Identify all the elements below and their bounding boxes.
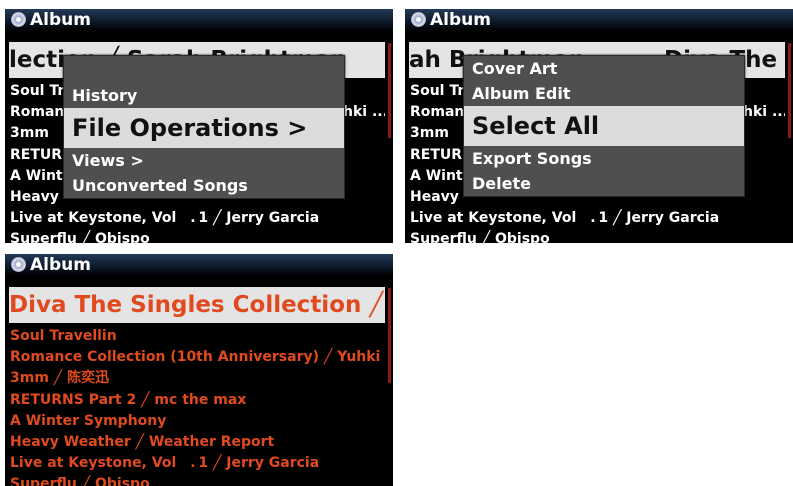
list-item[interactable]: Live at Keystone, Vol . 1 ╱ Jerry Garcia <box>410 208 785 229</box>
title-bar: Album <box>5 254 393 276</box>
menu-item-select-all[interactable]: Select All <box>464 106 744 146</box>
disc-icon <box>411 12 426 27</box>
list-item[interactable]: Superflu ╱ Obispo <box>10 474 385 486</box>
menu-item-file-operations[interactable]: File Operations > <box>64 108 344 148</box>
list-item[interactable]: Soul Travellin <box>10 326 385 347</box>
list-item[interactable]: Superflu ╱ Obispo <box>410 229 785 243</box>
menu-item-views[interactable]: Views > <box>64 148 344 173</box>
list-item[interactable]: Superflu ╱ Obispo <box>10 229 385 243</box>
list-item-tail: hki ... <box>743 104 785 121</box>
title: Album <box>30 255 91 275</box>
menu-item-cover-art[interactable]: Cover Art <box>464 56 744 81</box>
menu-item-delete[interactable]: Delete <box>464 171 744 196</box>
list-item-tail: hki ... <box>343 104 385 121</box>
title: Album <box>30 10 91 30</box>
context-menu: Cover Art Album Edit Select All Export S… <box>463 55 745 197</box>
scrollbar[interactable] <box>788 43 791 138</box>
list-item[interactable]: Heavy Weather ╱ Weather Report <box>10 432 385 453</box>
album-panel-top-right: Album ah Brightman Diva The Si Soul Tr R… <box>405 9 793 243</box>
list-item[interactable]: Live at Keystone, Vol . 1 ╱ Jerry Garcia <box>10 208 385 229</box>
menu-item-history[interactable]: History <box>64 83 344 108</box>
title-bar: Album <box>405 9 793 31</box>
list-item[interactable]: Romance Collection (10th Anniversary) ╱ … <box>10 347 385 368</box>
menu-item-unconverted-songs[interactable]: Unconverted Songs <box>64 173 344 198</box>
scrollbar[interactable] <box>388 43 391 138</box>
list-item[interactable]: 3mm ╱ 陈奕迅 <box>10 368 385 389</box>
album-panel-bottom: Album Diva The Singles Collection ╱ Sa S… <box>5 254 393 486</box>
selected-album-row[interactable]: Diva The Singles Collection ╱ Sa <box>9 287 385 323</box>
menu-item-export-songs[interactable]: Export Songs <box>464 146 744 171</box>
list-item-label: Roman <box>410 104 465 121</box>
title-bar: Album <box>5 9 393 31</box>
menu-item-album-edit[interactable]: Album Edit <box>464 81 744 106</box>
list-item[interactable]: RETURNS Part 2 ╱ mc the max <box>10 390 385 411</box>
disc-icon <box>11 12 26 27</box>
list-item-label: Roman <box>10 104 65 121</box>
album-panel-top-left: Album lection ╱ Sarah Brightman Soul Tr … <box>5 9 393 243</box>
disc-icon <box>11 257 26 272</box>
scrollbar[interactable] <box>388 288 391 383</box>
context-menu: History File Operations > Views > Unconv… <box>63 55 345 199</box>
list-item[interactable]: A Winter Symphony <box>10 411 385 432</box>
title: Album <box>430 10 491 30</box>
list-item[interactable]: Live at Keystone, Vol . 1 ╱ Jerry Garcia <box>10 453 385 474</box>
album-list: Soul Travellin Romance Collection (10th … <box>10 326 385 486</box>
